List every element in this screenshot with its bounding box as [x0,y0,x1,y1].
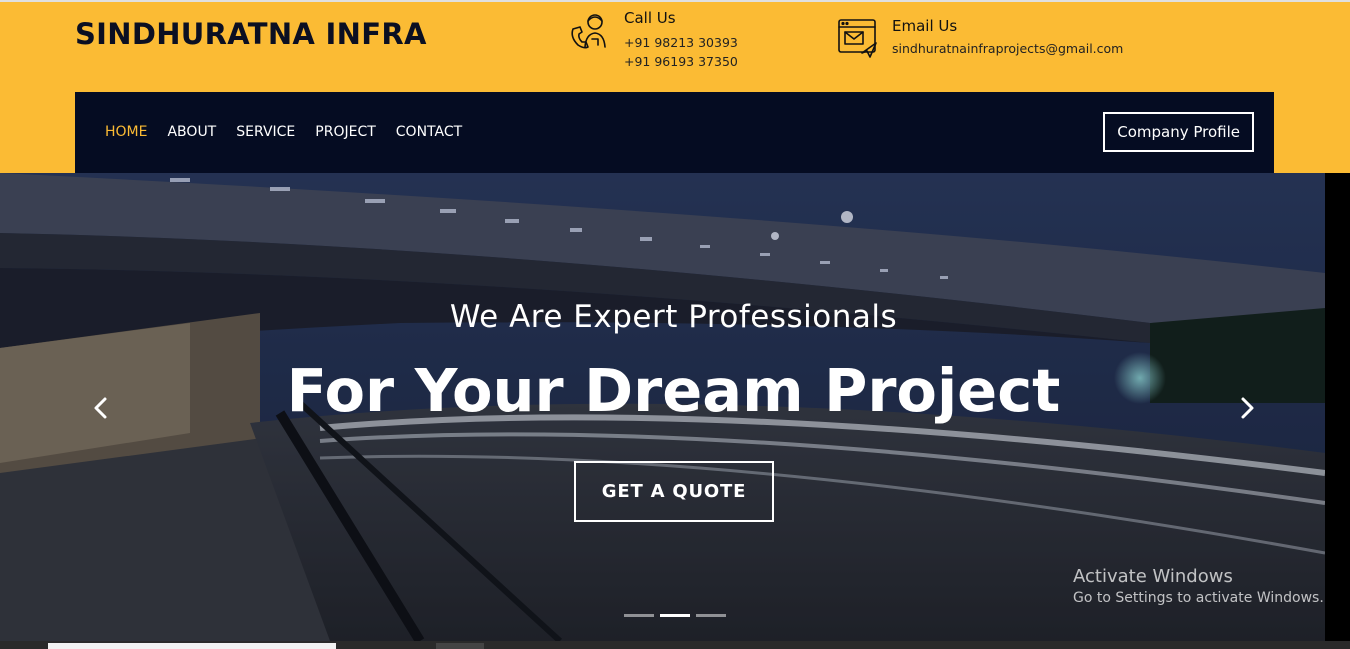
phone-number-1[interactable]: +91 98213 30393 [624,33,738,52]
brand-logo[interactable]: SINDHURATNA INFRA [75,17,427,51]
bottom-strip [0,641,1350,649]
hero-title: For Your Dream Project [286,356,1061,425]
phone-number-2[interactable]: +91 96193 37350 [624,52,738,71]
email-browser-icon [838,19,877,58]
watermark-subtitle: Go to Settings to activate Windows. [1073,590,1324,606]
carousel-dot-1[interactable] [624,614,654,617]
carousel-dot-3[interactable] [696,614,726,617]
hero-subtitle: We Are Expert Professionals [449,299,898,335]
email-us-block: Email Us sindhuratnainfraprojects@gmail.… [836,17,1123,61]
header-top-edge [0,0,1350,2]
nav-item-home[interactable]: HOME [105,124,147,140]
hero-carousel: We Are Expert Professionals For Your Dre… [0,173,1350,641]
nav-item-service[interactable]: SERVICE [236,124,295,140]
carousel-prev-arrow-icon[interactable] [88,395,114,421]
nav-item-contact[interactable]: CONTACT [396,124,462,140]
email-address[interactable]: sindhuratnainfraprojects@gmail.com [892,39,1123,58]
main-navbar: HOME ABOUT SERVICE PROJECT CONTACT Compa… [75,92,1274,173]
nav-item-about[interactable]: ABOUT [167,124,216,140]
support-agent-icon [571,14,606,49]
carousel-next-arrow-icon[interactable] [1234,395,1260,421]
carousel-dot-2-active[interactable] [660,614,690,617]
nav-item-project[interactable]: PROJECT [315,124,376,140]
bottom-strip-segment [48,643,336,649]
call-us-block: Call Us +91 98213 30393 +91 96193 37350 [568,9,738,71]
carousel-indicators [624,614,726,617]
watermark-title: Activate Windows [1073,566,1233,587]
company-profile-button[interactable]: Company Profile [1103,112,1254,152]
get-a-quote-button[interactable]: GET A QUOTE [574,461,774,522]
call-us-title: Call Us [624,9,676,27]
email-us-title: Email Us [892,17,958,35]
nav-menu: HOME ABOUT SERVICE PROJECT CONTACT [105,124,462,140]
bottom-strip-segment-dark [436,643,484,649]
windows-activation-watermark: Activate Windows Go to Settings to activ… [1073,566,1324,606]
top-header: SINDHURATNA INFRA Call Us +91 98213 3039… [0,0,1350,173]
